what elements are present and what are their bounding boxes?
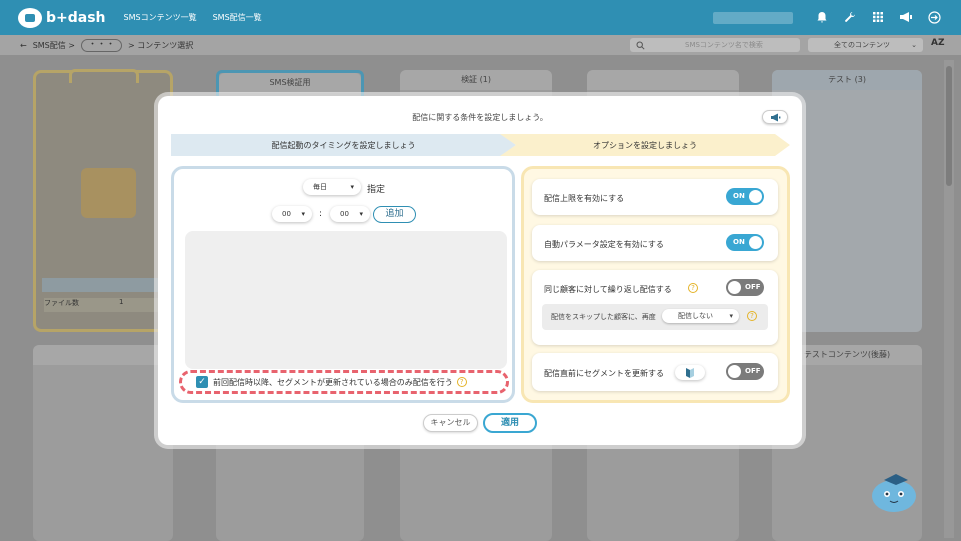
skip-redelivery-select[interactable]: 配信しない ▾ (662, 309, 739, 323)
skip-redelivery-row: 配信をスキップした顧客に、再度 配信しない ▾ ? (542, 304, 768, 330)
logout-icon[interactable] (927, 10, 941, 25)
time-separator: : (319, 209, 323, 219)
content-card-title: 検証 (1) (400, 70, 552, 90)
delivery-limit-label: 配信上限を有効にする (544, 194, 625, 203)
folder-name-band (42, 278, 164, 292)
auto-parameter-toggle[interactable]: ON (726, 234, 764, 251)
modal-title: 配信に関する条件を設定しましょう。 (412, 113, 548, 122)
toggle-state: ON (733, 192, 745, 200)
help-icon[interactable]: ? (456, 377, 467, 387)
beginner-mark-icon (686, 367, 694, 378)
skip-redelivery-text: 配信をスキップした顧客に、再度 (551, 313, 656, 321)
nav-sms-delivery[interactable]: SMS配信一覧 (213, 12, 262, 23)
page-scrollbar[interactable] (944, 60, 954, 538)
auto-parameter-label: 自動パラメータ設定を有効にする (544, 240, 664, 249)
step-options: オプションを設定しましょう (500, 134, 790, 156)
folder-card[interactable]: ファイル数 1 (33, 69, 173, 332)
skip-redelivery-value: 配信しない (678, 312, 713, 320)
content-filter-select[interactable]: 全てのコンテンツ ⌄ (808, 38, 923, 52)
frequency-select[interactable]: 毎日 ▾ (303, 179, 361, 195)
repeat-delivery-toggle[interactable]: OFF (726, 279, 764, 296)
user-info[interactable] (713, 11, 793, 24)
content-card-title: SMS検証用 (219, 73, 361, 93)
wrench-icon[interactable] (843, 11, 857, 25)
folder-tab (69, 69, 139, 83)
folder-file-count-value: 1 (119, 298, 124, 306)
scrollbar-thumb[interactable] (946, 66, 952, 186)
topbar-right (713, 10, 941, 25)
filter-value: 全てのコンテンツ (834, 41, 890, 49)
megaphone-icon (770, 113, 780, 121)
scheduled-times-list (185, 231, 507, 369)
breadcrumb-content-select: > コンテンツ選択 (128, 40, 194, 50)
toggle-state: OFF (745, 283, 761, 291)
content-card[interactable] (33, 345, 173, 541)
folder-file-count-label: ファイル数 (44, 299, 79, 307)
folder-icon (81, 168, 136, 218)
help-icon[interactable]: ? (688, 283, 698, 293)
top-nav: SMSコンテンツ一覧 SMS配信一覧 (124, 12, 262, 23)
delivery-condition-modal: 配信に関する条件を設定しましょう。 配信起動のタイミングを設定しましょう オプシ… (158, 96, 802, 445)
chevron-down-icon: ▾ (350, 183, 354, 191)
grid-icon[interactable] (871, 11, 885, 25)
delivery-limit-toggle[interactable]: ON (726, 188, 764, 205)
option-auto-parameter: 自動パラメータ設定を有効にする ON (532, 225, 778, 261)
spec-label: 指定 (367, 185, 386, 195)
breadcrumb-bar: ← SMS配信 > ・・・ > コンテンツ選択 SMSコンテンツ名で検索 全ての… (0, 35, 961, 55)
segment-updated-checkbox[interactable]: ✓ (196, 376, 208, 388)
help-icon[interactable]: ? (747, 311, 757, 321)
segment-updated-only-option[interactable]: ✓ 前回配信時以降、セグメントが更新されている場合のみ配信を行う ? (179, 370, 509, 394)
cancel-button[interactable]: キャンセル (423, 414, 478, 432)
top-navbar: b+dash SMSコンテンツ一覧 SMS配信一覧 (0, 0, 961, 35)
chevron-down-icon: ▾ (729, 312, 733, 320)
sort-az-button[interactable]: AZ (931, 38, 945, 48)
search-input[interactable]: SMSコンテンツ名で検索 (630, 38, 800, 52)
options-panel: 配信上限を有効にする ON 自動パラメータ設定を有効にする ON 同じ顧客に対し… (521, 166, 790, 403)
step-timing-label: 配信起動のタイミングを設定しましょう (271, 140, 416, 150)
chevron-down-icon: ▾ (359, 210, 363, 218)
chevron-down-icon: ▾ (301, 210, 305, 218)
segment-updated-label: 前回配信時以降、セグメントが更新されている場合のみ配信を行う (213, 377, 453, 387)
step-options-label: オプションを設定しましょう (593, 140, 697, 150)
frequency-value: 毎日 (313, 183, 327, 191)
logo-text: b+dash (46, 9, 106, 26)
chevron-down-icon: ⌄ (911, 41, 917, 49)
logo-icon (18, 7, 42, 28)
nav-sms-contents[interactable]: SMSコンテンツ一覧 (124, 12, 197, 23)
back-arrow-icon[interactable]: ← (20, 41, 27, 50)
folder-file-count-row: ファイル数 1 (44, 298, 162, 312)
content-card-header (33, 345, 173, 365)
announcement-button[interactable] (762, 110, 788, 124)
toggle-state: OFF (745, 367, 761, 375)
segment-update-toggle[interactable]: OFF (726, 363, 764, 380)
option-delivery-limit: 配信上限を有効にする ON (532, 179, 778, 215)
hour-select[interactable]: 00 ▾ (272, 206, 312, 222)
search-icon (636, 41, 645, 50)
add-time-button[interactable]: 追加 (373, 206, 416, 223)
breadcrumb-more-button[interactable]: ・・・ (81, 38, 123, 52)
segment-update-label: 配信直前にセグメントを更新する (544, 369, 664, 378)
bell-icon[interactable] (815, 11, 829, 25)
toggle-state: ON (733, 238, 745, 246)
content-card-title: テスト (3) (772, 70, 922, 90)
option-repeat-delivery: 同じ顧客に対して繰り返し配信する ? OFF 配信をスキップした顧客に、再度 配… (532, 270, 778, 345)
minute-value: 00 (340, 210, 349, 218)
content-card-header (587, 70, 739, 90)
step-timing: 配信起動のタイミングを設定しましょう (171, 134, 516, 156)
apply-button[interactable]: 適用 (483, 413, 537, 433)
breadcrumb: ← SMS配信 > ・・・ > コンテンツ選択 (20, 38, 194, 52)
search-placeholder: SMSコンテンツ名で検索 (685, 41, 763, 49)
option-segment-update: 配信直前にセグメントを更新する OFF (532, 353, 778, 391)
bdash-logo[interactable]: b+dash (18, 7, 106, 28)
mascot-helper-icon[interactable] (868, 470, 920, 518)
repeat-delivery-label: 同じ顧客に対して繰り返し配信する (544, 285, 672, 294)
segment-info-button[interactable] (675, 365, 705, 380)
breadcrumb-sms-delivery[interactable]: SMS配信 > (33, 40, 75, 51)
minute-select[interactable]: 00 ▾ (330, 206, 370, 222)
timing-panel: 毎日 ▾ 指定 00 ▾ : 00 ▾ 追加 ✓ 前回配信時以降、セグメントが更… (171, 166, 515, 403)
hour-value: 00 (282, 210, 291, 218)
megaphone-icon[interactable] (899, 11, 913, 25)
